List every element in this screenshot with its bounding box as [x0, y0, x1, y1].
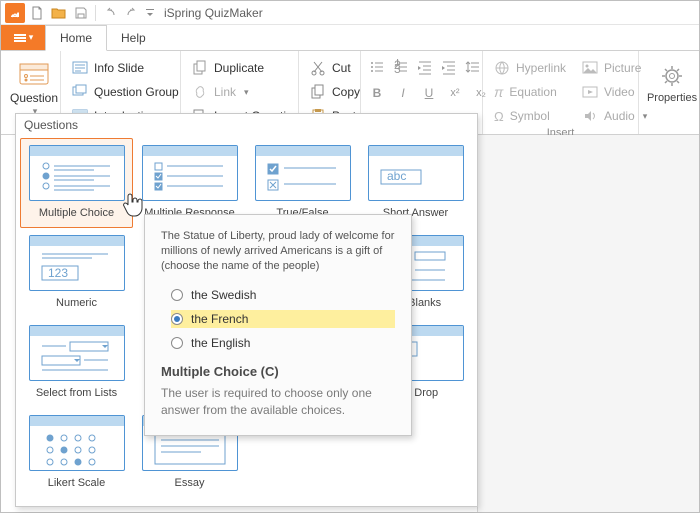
title-bar: iSpring QuizMaker: [1, 1, 699, 25]
qat-customize-icon[interactable]: [144, 3, 156, 23]
line-spacing-icon[interactable]: [463, 57, 483, 77]
equation-button[interactable]: πEquation: [489, 81, 571, 103]
italic-icon[interactable]: I: [393, 83, 413, 103]
info-slide-button[interactable]: Info Slide: [67, 57, 184, 79]
svg-text:abc: abc: [387, 169, 406, 183]
new-file-icon[interactable]: [27, 3, 47, 23]
tooltip-option: the English: [171, 336, 395, 350]
bullets-icon[interactable]: [367, 57, 387, 77]
gallery-item-likert-scale[interactable]: Likert Scale: [20, 408, 133, 498]
file-tab[interactable]: ▾: [1, 25, 45, 50]
gallery-item-numeric[interactable]: 123 Numeric: [20, 228, 133, 318]
tab-help[interactable]: Help: [107, 25, 160, 50]
app-title: iSpring QuizMaker: [164, 6, 263, 20]
tooltip-option: the Swedish: [171, 288, 395, 302]
properties-button[interactable]: Properties: [645, 57, 699, 109]
symbol-button[interactable]: ΩSymbol: [489, 105, 571, 127]
app-icon[interactable]: [5, 3, 25, 23]
gallery-title: Questions: [16, 114, 477, 138]
svg-text:3: 3: [394, 62, 401, 75]
svg-text:123: 123: [48, 266, 68, 280]
bold-icon[interactable]: B: [367, 83, 387, 103]
gallery-item-multiple-choice[interactable]: Multiple Choice: [20, 138, 133, 228]
tooltip: The Statue of Liberty, proud lady of wel…: [144, 214, 412, 436]
questions-gallery: Questions Multiple Choice Multiple Respo…: [15, 113, 478, 507]
ribbon-tabs: ▾ Home Help: [1, 25, 699, 51]
tab-home[interactable]: Home: [45, 25, 107, 51]
question-group-button[interactable]: Question Group: [67, 81, 184, 103]
underline-icon[interactable]: U: [419, 83, 439, 103]
tooltip-question-text: The Statue of Liberty, proud lady of wel…: [161, 229, 395, 274]
open-folder-icon[interactable]: [49, 3, 69, 23]
decrease-indent-icon[interactable]: [415, 57, 435, 77]
duplicate-button[interactable]: Duplicate: [187, 57, 310, 79]
increase-indent-icon[interactable]: [439, 57, 459, 77]
tooltip-option-selected: the French: [171, 310, 395, 328]
gallery-item-select-from-lists[interactable]: Select from Lists: [20, 318, 133, 408]
link-button[interactable]: Link▾: [187, 81, 310, 103]
redo-icon[interactable]: [122, 3, 142, 23]
save-icon[interactable]: [71, 3, 91, 23]
hyperlink-button[interactable]: Hyperlink: [489, 57, 571, 79]
tooltip-title: Multiple Choice (C): [161, 364, 395, 379]
tooltip-description: The user is required to choose only one …: [161, 385, 395, 419]
numbering-icon[interactable]: 123: [391, 57, 411, 77]
cut-button[interactable]: Cut: [305, 57, 368, 79]
superscript-icon[interactable]: x²: [445, 83, 465, 103]
copy-button[interactable]: Copy: [305, 81, 368, 103]
undo-icon[interactable]: [100, 3, 120, 23]
